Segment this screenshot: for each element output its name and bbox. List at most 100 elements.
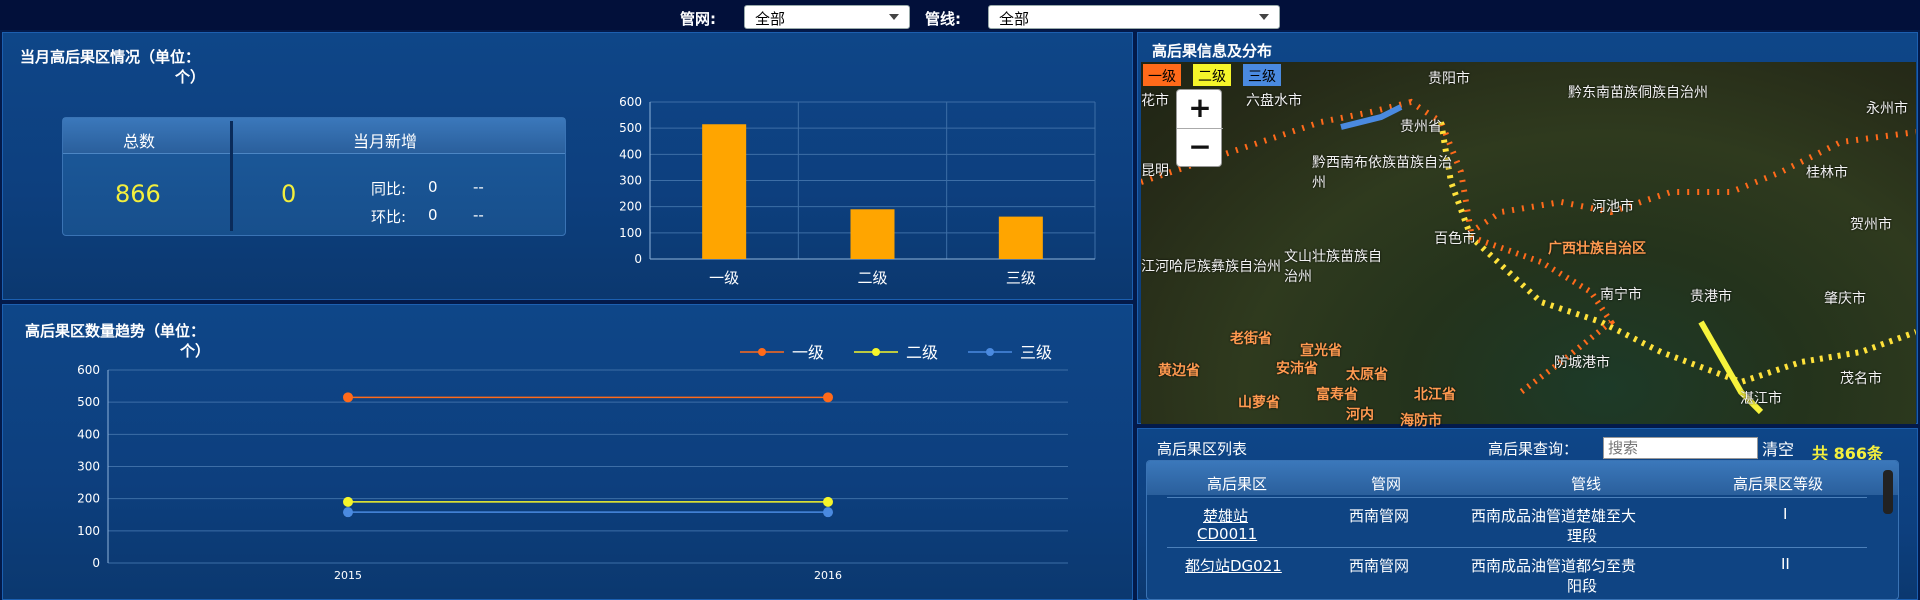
legend-label: 二级 (906, 343, 938, 362)
stats-card: 总数 当月新增 866 0 同比: 0 -- 环比: 0 -- (62, 117, 566, 236)
y-tick-label: 200 (77, 492, 100, 506)
data-point (823, 496, 833, 507)
map-label: 北江省 (1414, 387, 1456, 403)
legend-grade-2: 二级 (1193, 64, 1231, 86)
y-tick-label: 500 (77, 395, 100, 409)
list-title: 高后果区列表 (1157, 440, 1248, 458)
pipenet-select-value: 全部 (755, 10, 786, 28)
y-tick-label: 300 (77, 460, 100, 474)
area-name-link[interactable]: 都匀站DG021 (1185, 555, 1282, 576)
bar (998, 216, 1043, 259)
map-label: 贵阳市 (1428, 71, 1470, 87)
table-cell-grade: II (1781, 555, 1790, 573)
y-tick-label: 0 (92, 556, 100, 570)
map-label: 江河哈尼族彝族自治州 (1141, 259, 1281, 275)
pipenet-label: 管网: (680, 10, 716, 28)
legend-grade-3: 三级 (1243, 64, 1281, 86)
y-tick-label: 600 (77, 363, 100, 377)
search-input[interactable] (1603, 437, 1758, 459)
data-point (343, 496, 353, 507)
map-label: 六盘水市 (1246, 93, 1302, 109)
pipeline-routes (1141, 98, 1916, 415)
area-table: 高后果区 管网 管线 高后果区等级 楚雄站 CD0011 西南管网 西南成品油管… (1146, 460, 1899, 600)
mom-trend: -- (473, 206, 484, 224)
data-point (343, 507, 353, 518)
area-name-link[interactable]: CD0011 (1197, 525, 1257, 543)
column-header[interactable]: 高后果区等级 (1733, 473, 1823, 494)
map-label: 贵州省 (1400, 119, 1442, 135)
yoy-value: 0 (428, 178, 438, 196)
zoom-control: + − (1176, 89, 1223, 168)
y-tick-label: 100 (77, 524, 100, 538)
bar (702, 124, 747, 259)
x-tick-label: 2016 (814, 569, 842, 582)
pipeline-select[interactable]: 全部 (988, 5, 1280, 29)
map-label: 肇庆市 (1824, 291, 1866, 307)
table-cell-net: 西南管网 (1349, 557, 1410, 575)
x-tick-label: 三级 (1006, 269, 1036, 287)
legend-marker (758, 348, 766, 356)
table-cell-line: 理段 (1567, 527, 1598, 545)
total-value: 866 (115, 180, 161, 208)
zoom-out-button[interactable]: − (1177, 129, 1223, 168)
trend-line-chart: 0 100 200 300 400 500 600 2015 2016 一级 二级 三级 (77, 343, 1068, 582)
y-tick-label: 300 (619, 174, 642, 188)
monthly-title-unit: 个） (175, 68, 206, 86)
mom-label: 环比: (371, 208, 407, 226)
legend-marker (986, 348, 994, 356)
map-label: 永州市 (1866, 101, 1908, 117)
map-title: 高后果信息及分布 (1152, 42, 1273, 60)
grade-bar-chart: 0 100 200 300 400 500 600 一级 二级 三级 (619, 95, 1096, 287)
table-scrollbar[interactable] (1883, 470, 1893, 514)
map-label: 海防市 (1400, 413, 1442, 429)
mom-value: 0 (428, 206, 438, 224)
data-point (823, 507, 833, 518)
column-header[interactable]: 高后果区 (1207, 473, 1267, 494)
column-header[interactable]: 管网 (1371, 473, 1401, 494)
pipenet-select[interactable]: 全部 (744, 5, 910, 29)
y-tick-label: 100 (619, 226, 642, 240)
map-label: 花市 (1141, 93, 1169, 109)
y-tick-label: 600 (619, 95, 642, 109)
table-cell-line: 西南成品油管道楚雄至大 (1471, 507, 1637, 525)
map-label: 黔东南苗族侗族自治州 (1568, 85, 1708, 101)
data-point (823, 392, 833, 403)
map-label: 防城港市 (1554, 355, 1610, 371)
map-label: 昆明 (1141, 163, 1169, 179)
clear-button[interactable]: 清空 (1762, 436, 1794, 460)
map-label: 贺州市 (1850, 217, 1892, 233)
map-label: 安沛省 (1276, 361, 1318, 377)
yoy-trend: -- (473, 178, 484, 196)
column-header[interactable]: 管线 (1571, 473, 1601, 494)
query-label: 高后果查询： (1488, 440, 1579, 458)
pipeline-select-value: 全部 (999, 10, 1030, 28)
map-view[interactable] (1141, 62, 1916, 424)
zoom-in-button[interactable]: + (1177, 90, 1223, 129)
x-tick-label: 一级 (709, 269, 739, 287)
pipeline-label: 管线: (925, 10, 961, 28)
yoy-label: 同比: (371, 180, 407, 198)
monthly-title: 当月高后果区情况（单位： (20, 48, 201, 66)
x-tick-label: 二级 (857, 269, 887, 287)
y-tick-label: 400 (619, 147, 642, 161)
table-cell-line: 西南成品油管道都匀至贵 (1471, 557, 1637, 575)
chevron-down-icon (1259, 14, 1269, 20)
y-tick-label: 200 (619, 200, 642, 214)
map-label: 黔西南布依族苗族自治州 (1312, 155, 1452, 191)
table-cell-grade: I (1783, 505, 1788, 523)
map-label: 南宁市 (1600, 287, 1642, 303)
bar (850, 209, 895, 259)
legend-label: 一级 (792, 343, 824, 362)
legend-grade-1: 一级 (1143, 64, 1181, 86)
chevron-down-icon (889, 14, 899, 20)
stats-divider (230, 121, 233, 231)
map-label: 百色市 (1434, 231, 1476, 247)
map-label: 河池市 (1592, 199, 1634, 215)
legend-label: 三级 (1020, 343, 1052, 362)
map-label: 广西壮族自治区 (1548, 241, 1646, 257)
map-label: 山萝省 (1238, 395, 1280, 411)
table-cell-line: 阳段 (1567, 577, 1598, 595)
new-header: 当月新增 (353, 132, 418, 151)
data-point (343, 392, 353, 403)
area-name-link[interactable]: 楚雄站 (1203, 505, 1248, 526)
